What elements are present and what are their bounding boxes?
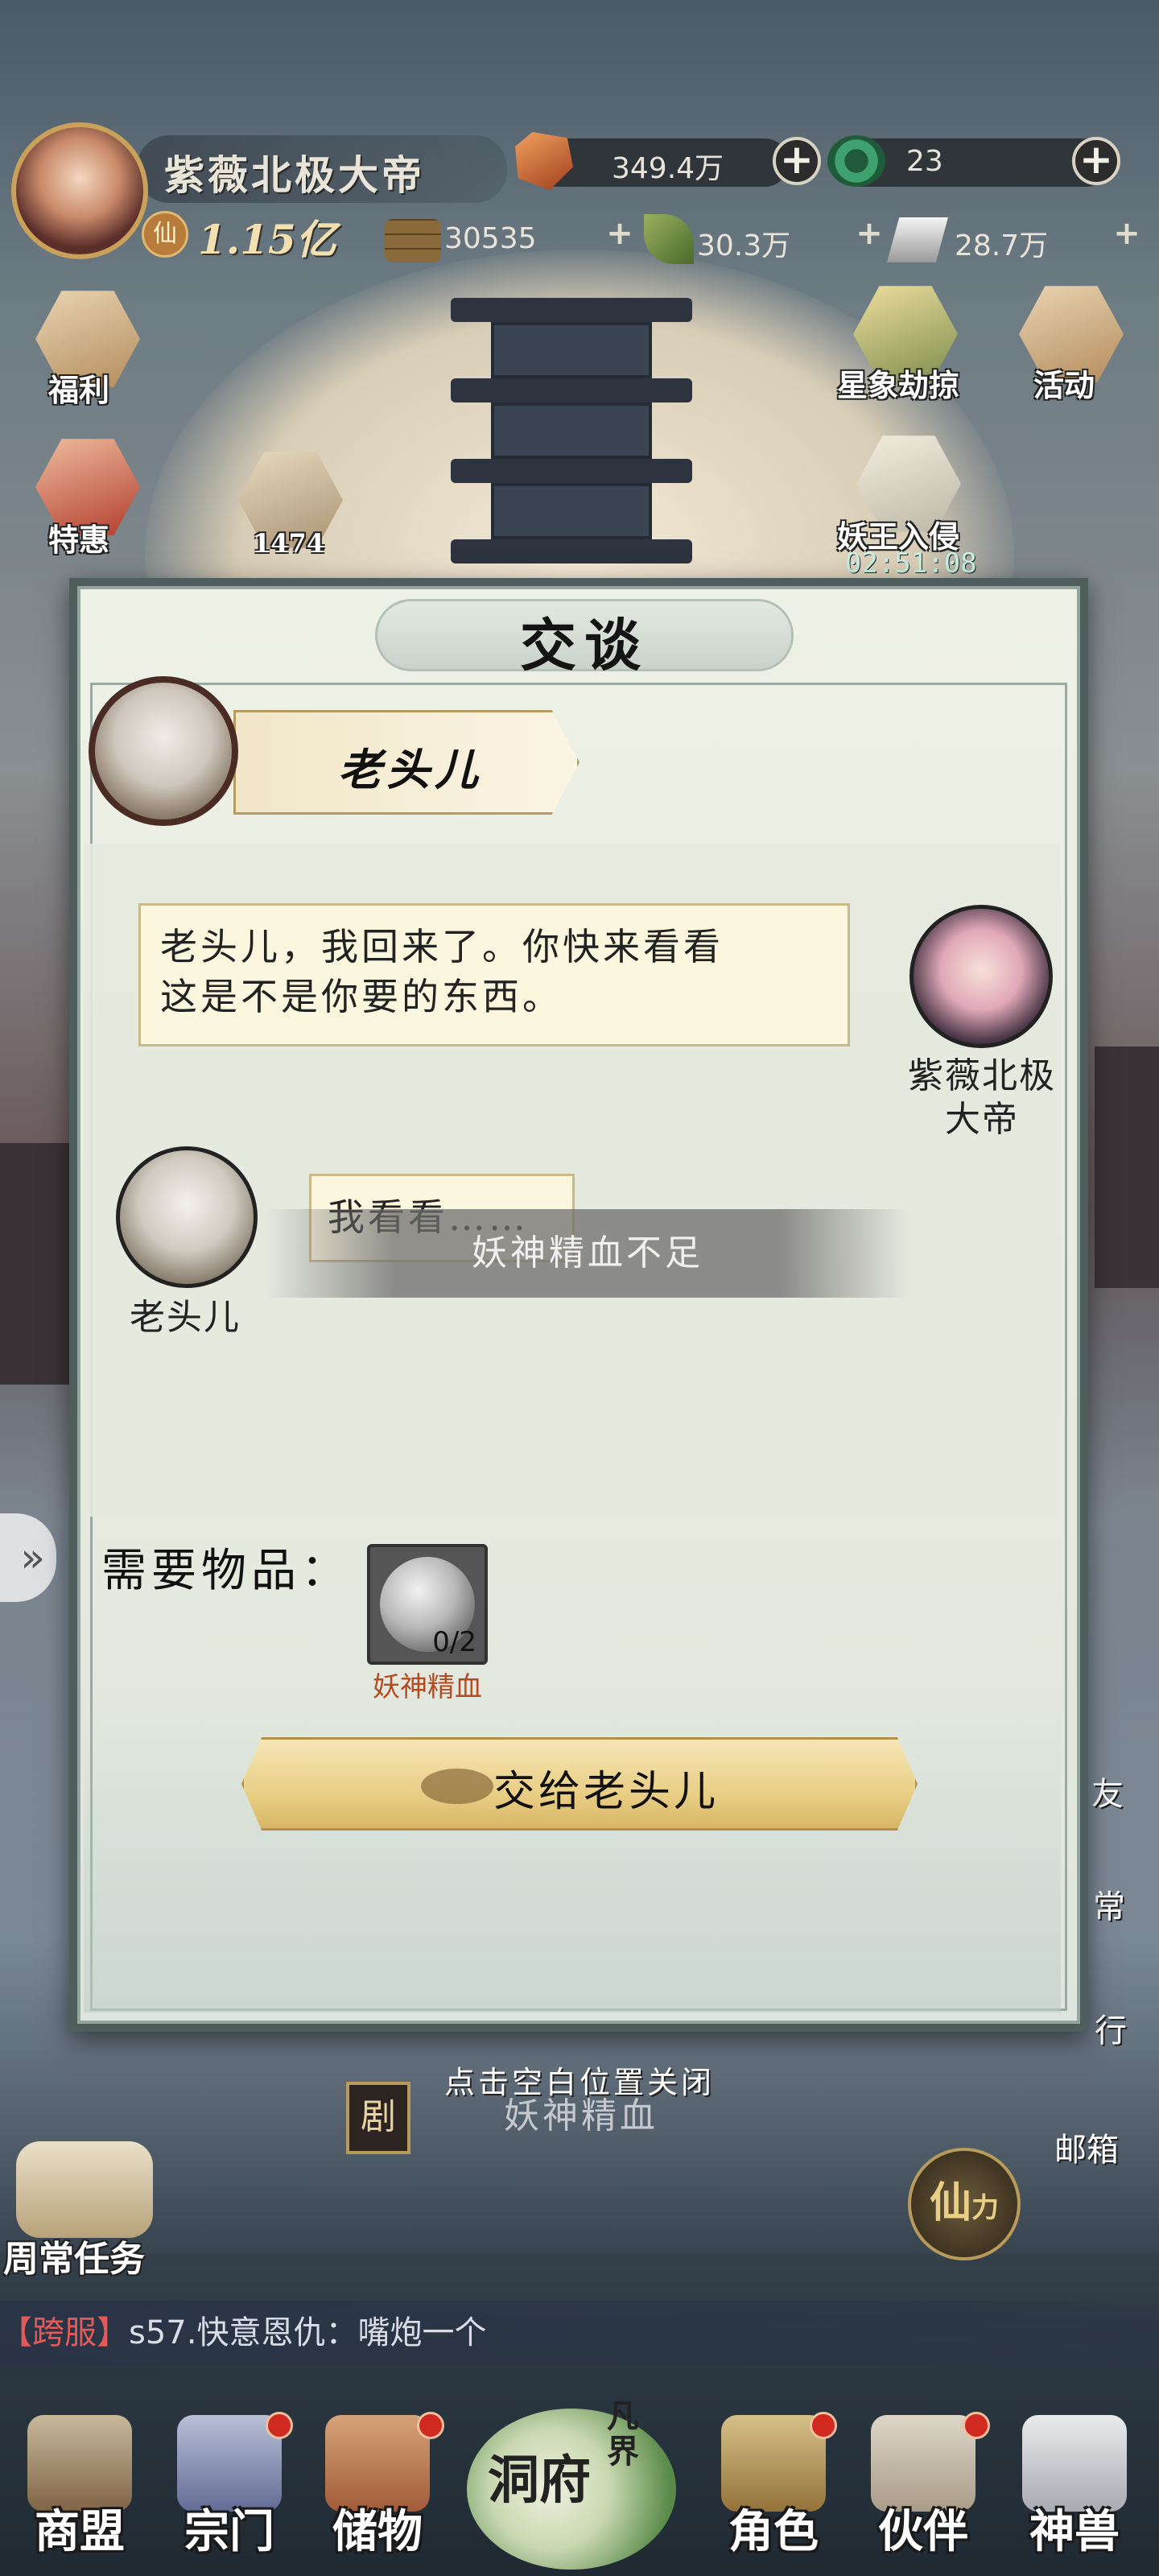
- weekly-quest-scroll-icon[interactable]: [16, 2141, 153, 2238]
- sect-notification-badge: [266, 2412, 293, 2439]
- mortal-realm-label[interactable]: 凡界: [607, 2399, 647, 2470]
- add-silver-button[interactable]: +: [1107, 217, 1146, 258]
- player-chat-avatar: [909, 905, 1053, 1048]
- chat-message: s57.快意恩仇：嘴炮一个: [129, 2314, 487, 2351]
- resource-gems-value: 349.4万: [612, 152, 724, 185]
- give-item-button-label: 交给老头儿: [493, 1768, 720, 1816]
- add-herb-button[interactable]: +: [850, 217, 889, 258]
- player-name: 紫薇北极大帝: [164, 151, 425, 199]
- jade-coin-icon: [827, 135, 885, 187]
- resource-silver-value: 28.7万: [955, 229, 1049, 262]
- world-chat-ticker[interactable]: 【跨服】s57.快意恩仇：嘴炮一个: [0, 2301, 1159, 2365]
- nav-partner-label: 伙伴: [878, 2505, 968, 2558]
- resource-jade-value: 23: [906, 145, 943, 178]
- go-edge-label[interactable]: 行: [1095, 2004, 1127, 2051]
- player-chat-name: 紫薇北极 大帝: [885, 1055, 1079, 1141]
- weekly-quest-label[interactable]: 周常任务: [3, 2230, 145, 2281]
- resource-wood-value: 30535: [444, 222, 537, 255]
- old-man-portrait: [89, 676, 238, 826]
- story-objective[interactable]: 妖神精血: [504, 2087, 658, 2138]
- silver-ingot-icon: [887, 217, 948, 262]
- nav-partner[interactable]: 伙伴: [855, 2399, 992, 2576]
- item-slot[interactable]: 0/2: [367, 1544, 488, 1665]
- item-count: 0/2: [432, 1626, 476, 1658]
- power-badge-icon: 仙: [142, 211, 188, 258]
- nav-beast-label: 神兽: [1029, 2505, 1120, 2558]
- common-edge-label[interactable]: 常: [1093, 1880, 1125, 1927]
- old-man-chat-avatar: [116, 1146, 258, 1288]
- nav-character[interactable]: 角色: [705, 2399, 842, 2576]
- star-plunder-label: 星象劫掠: [837, 367, 960, 403]
- chat-text-line: 这是不是你要的东西。: [160, 975, 563, 1018]
- background-pagoda: [451, 266, 692, 604]
- nav-sect[interactable]: 宗门: [161, 2399, 298, 2576]
- old-man-chat-name: 老头儿: [130, 1297, 241, 1338]
- gem-shop-count: 1474: [253, 528, 325, 559]
- chat-bubble-player: 老头儿，我回来了。你快来看看 这是不是你要的东西。: [138, 903, 850, 1046]
- demon-invasion-timer: 02:51:08: [845, 547, 977, 580]
- friend-edge-label[interactable]: 友: [1091, 1768, 1124, 1814]
- background-hut: [1095, 1046, 1159, 1288]
- background-hut: [0, 1143, 72, 1385]
- special-offer-label: 特惠: [48, 522, 110, 558]
- nav-character-label: 角色: [728, 2505, 819, 2558]
- player-avatar[interactable]: [11, 122, 148, 259]
- activity-label: 活动: [1033, 367, 1095, 403]
- cave-label: 洞府: [488, 2450, 591, 2511]
- add-wood-button[interactable]: +: [600, 217, 639, 258]
- nav-storage[interactable]: 储物: [309, 2399, 446, 2576]
- storage-notification-badge: [417, 2412, 444, 2439]
- nav-alliance[interactable]: 商盟: [11, 2399, 148, 2576]
- character-notification-badge: [810, 2412, 837, 2439]
- dialog-title: 交谈: [520, 612, 649, 679]
- chat-text-line: 老头儿，我回来了。你快来看看: [160, 925, 724, 968]
- resource-herb-value: 30.3万: [697, 229, 791, 262]
- nav-beast[interactable]: 神兽: [1006, 2399, 1143, 2576]
- wood-logs-icon: [385, 219, 441, 262]
- speaker-name: 老头儿: [338, 744, 483, 795]
- chat-name-line: 大帝: [945, 1099, 1019, 1140]
- insufficient-item-toast: 妖神精血不足: [266, 1209, 909, 1298]
- immortal-power-label: 仙: [929, 2178, 971, 2227]
- immortal-power-button[interactable]: 仙力: [908, 2148, 1021, 2260]
- nav-storage-label: 储物: [332, 2505, 423, 2558]
- cloud-emblem-icon: [421, 1769, 493, 1804]
- combat-power: 1.15亿: [198, 216, 336, 263]
- partner-notification-badge: [963, 2412, 990, 2439]
- add-gems-button[interactable]: +: [773, 137, 821, 185]
- mailbox-label[interactable]: 邮箱: [1054, 2124, 1119, 2170]
- welfare-label: 福利: [48, 372, 110, 408]
- add-jade-button[interactable]: +: [1072, 137, 1120, 185]
- story-tag[interactable]: 剧: [346, 2082, 410, 2154]
- chat-name-line: 紫薇北极: [908, 1055, 1056, 1096]
- immortal-power-sub: 力: [971, 2192, 999, 2224]
- required-items-label: 需要物品：: [101, 1545, 351, 1597]
- chat-channel-tag: 【跨服】: [0, 2314, 129, 2351]
- give-item-button[interactable]: 交给老头儿: [241, 1737, 918, 1831]
- nav-alliance-label: 商盟: [35, 2505, 125, 2558]
- nav-sect-label: 宗门: [184, 2505, 274, 2558]
